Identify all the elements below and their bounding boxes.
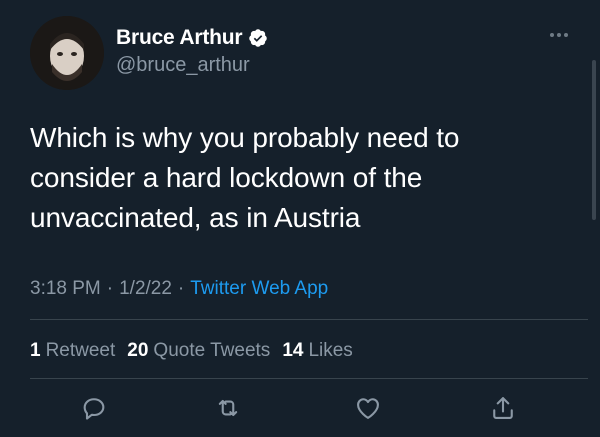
author-display-name[interactable]: Bruce Arthur [116,26,243,50]
tweet-text: Which is why you probably need to consid… [30,122,460,233]
verified-badge-icon [248,28,268,48]
scrollbar[interactable] [592,60,596,220]
quote-tweets-count: 20 [127,340,149,361]
like-button[interactable] [354,394,382,422]
tweet-card: Bruce Arthur @bruce_arthur Which is why … [0,0,600,437]
tweet-source-link[interactable]: Twitter Web App [190,278,328,300]
author-name-row: Bruce Arthur [116,26,268,50]
share-icon [493,397,513,419]
action-bar [0,394,600,428]
more-options-icon[interactable] [550,28,574,42]
avatar[interactable] [30,16,104,90]
reply-icon [83,398,105,420]
author-handle[interactable]: @bruce_arthur [116,54,250,77]
retweet-button[interactable] [214,394,242,422]
likes-stat[interactable]: 14 Likes [282,340,353,362]
retweets-stat[interactable]: 1 Retweet [30,340,115,362]
heart-icon [357,398,379,419]
retweet-icon [218,399,238,417]
likes-label: Likes [308,340,353,361]
avatar-image [30,16,104,90]
divider [30,378,588,379]
engagement-stats: 1 Retweet 20 Quote Tweets 14 Likes [30,340,353,362]
tweet-time[interactable]: 3:18 PM [30,278,101,300]
tweet-metadata: 3:18 PM · 1/2/22 · Twitter Web App [30,278,328,300]
quote-tweets-stat[interactable]: 20 Quote Tweets [127,340,270,362]
meta-separator: · [177,278,185,299]
tweet-date[interactable]: 1/2/22 [119,278,172,300]
divider [30,319,588,320]
retweets-count: 1 [30,340,41,361]
reply-button[interactable] [80,394,108,422]
likes-count: 14 [282,340,304,361]
share-button[interactable] [489,394,517,422]
retweets-label: Retweet [45,340,116,361]
quote-tweets-label: Quote Tweets [153,340,271,361]
meta-separator: · [106,278,114,299]
